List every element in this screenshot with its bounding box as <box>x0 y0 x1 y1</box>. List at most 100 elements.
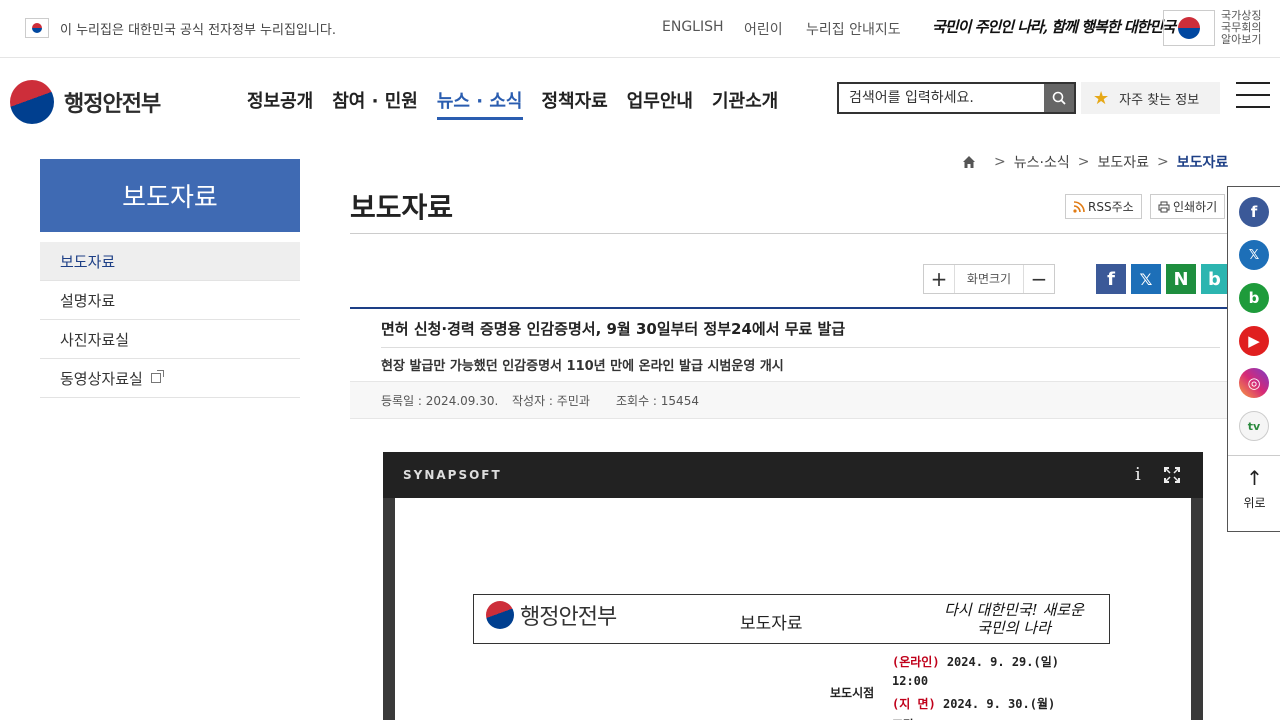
document-header-box: 행정안전부 보도자료 다시 대한민국! 새로운 국민의 나라 <box>473 594 1110 644</box>
kids-link[interactable]: 어린이 <box>744 19 783 39</box>
online-tag: (온라인) <box>892 655 940 669</box>
nav-info-disclosure[interactable]: 정보공개 <box>247 87 313 120</box>
facebook-icon[interactable]: f <box>1239 197 1269 227</box>
viewer-toolbar: SYNAPSOFT i <box>383 452 1203 498</box>
document-slogan: 다시 대한민국! 새로운 국민의 나라 <box>944 601 1084 637</box>
sidebar-item-explanation[interactable]: 설명자료 <box>40 281 300 320</box>
ministry-logo[interactable]: 행정안전부 <box>10 80 161 124</box>
search-icon <box>1052 91 1066 105</box>
article-views: 조회수 : 15454 <box>616 394 699 408</box>
ministry-emblem-icon <box>10 80 54 124</box>
star-icon: ★ <box>1093 87 1110 109</box>
online-hour: 12:00 <box>892 674 929 688</box>
article-date: 등록일 : 2024.09.30. <box>381 394 499 408</box>
document-viewer[interactable]: SYNAPSOFT i <box>383 452 1203 720</box>
search-button[interactable] <box>1044 84 1074 112</box>
menu-icon[interactable] <box>1236 82 1270 110</box>
page-title: 보도자료 <box>350 191 454 224</box>
sidebar-item-label: 설명자료 <box>60 291 116 310</box>
youtube-icon[interactable]: ▶ <box>1239 326 1269 356</box>
rss-label: RSS주소 <box>1088 200 1134 214</box>
nav-participation[interactable]: 참여 · 민원 <box>332 87 418 120</box>
sidebar-title: 보도자료 <box>40 159 300 232</box>
blog-icon[interactable]: b <box>1239 283 1269 313</box>
sidebar-item-label: 보도자료 <box>60 252 116 271</box>
document-type: 보도자료 <box>740 614 803 634</box>
info-icon[interactable]: i <box>1135 464 1141 485</box>
title-divider <box>350 233 1230 234</box>
online-release-line: (온라인) 2024. 9. 29.(일) <box>892 653 1059 670</box>
viewer-brand: SYNAPSOFT <box>403 468 502 482</box>
print-tag: (지 면) <box>892 697 936 711</box>
zoom-label: 화면크기 <box>954 265 1024 293</box>
nav-about[interactable]: 기관소개 <box>712 87 778 120</box>
article-subtitle: 현장 발급만 가능했던 인감증명서 110년 만에 온라인 발급 시범운영 개시 <box>381 359 784 374</box>
sidebar-item-videos[interactable]: 동영상자료실 <box>40 359 300 398</box>
print-time: 2024. 9. 30.(월) <box>943 697 1056 711</box>
breadcrumb-news[interactable]: 뉴스·소식 <box>1014 152 1070 172</box>
breadcrumb-separator: > <box>1077 154 1090 170</box>
government-slogan: 국민이 주인인 나라, 함께 행복한 대한민국 <box>932 18 1176 36</box>
frequent-info-label: 자주 찾는 정보 <box>1119 92 1200 108</box>
site-header: 행정안전부 정보공개 참여 · 민원 뉴스 · 소식 정책자료 업무안내 기관소… <box>0 58 1280 144</box>
article-top-border <box>350 307 1230 309</box>
national-symbol-link[interactable]: 국가상징 국무회의 알아보기 <box>1221 10 1265 46</box>
home-icon[interactable] <box>962 155 976 169</box>
breadcrumb-press[interactable]: 보도자료 <box>1097 152 1149 172</box>
zoom-out-button[interactable]: − <box>1024 265 1054 293</box>
x-icon[interactable]: 𝕏 <box>1131 264 1161 294</box>
band-icon[interactable]: b <box>1201 264 1228 294</box>
release-time-label: 보도시점 <box>830 686 875 700</box>
zoom-control: + 화면크기 − <box>923 264 1055 294</box>
english-link[interactable]: ENGLISH <box>662 19 724 35</box>
scroll-top-label: 위로 <box>1243 496 1266 510</box>
print-more: 조간 <box>892 716 914 720</box>
logo-text: 행정안전부 <box>64 92 161 117</box>
main-navigation: 정보공개 참여 · 민원 뉴스 · 소식 정책자료 업무안내 기관소개 <box>247 87 797 120</box>
print-release-line: (지 면) 2024. 9. 30.(월) <box>892 695 1055 712</box>
breadcrumb: > 뉴스·소식 > 보도자료 > 보도자료 <box>962 152 1228 172</box>
print-icon <box>1158 201 1170 212</box>
document-logo-text: 행정안전부 <box>520 605 617 630</box>
breadcrumb-current: 보도자료 <box>1176 155 1229 171</box>
nav-news[interactable]: 뉴스 · 소식 <box>436 87 523 120</box>
rss-icon <box>1073 200 1085 213</box>
external-link-icon <box>150 370 164 383</box>
sidebar-item-label: 사진자료실 <box>60 330 130 349</box>
sidebar-item-photos[interactable]: 사진자료실 <box>40 320 300 359</box>
fullscreen-icon[interactable] <box>1164 467 1180 483</box>
zoom-in-button[interactable]: + <box>924 265 954 293</box>
gov-notice[interactable]: 이 누리집은 대한민국 공식 전자정부 누리집입니다. <box>60 19 336 38</box>
sidebar-item-label: 동영상자료실 <box>60 369 143 388</box>
article-divider <box>381 347 1220 348</box>
frequent-info-button[interactable]: ★ 자주 찾는 정보 <box>1081 82 1220 114</box>
naver-blog-icon[interactable]: N <box>1166 264 1196 294</box>
sidebar-item-press-release[interactable]: 보도자료 <box>40 242 300 281</box>
search-box <box>837 82 1076 114</box>
print-label: 인쇄하기 <box>1173 200 1218 214</box>
nav-policy-data[interactable]: 정책자료 <box>542 87 608 120</box>
online-time: 2024. 9. 29.(일) <box>946 655 1059 669</box>
print-button[interactable]: 인쇄하기 <box>1150 194 1226 219</box>
nav-business-guide[interactable]: 업무안내 <box>627 87 693 120</box>
ministry-emblem-icon <box>486 601 514 629</box>
quick-rail: f 𝕏 b ▶ ◎ tv ↑ 위로 <box>1227 186 1280 532</box>
government-banner: 이 누리집은 대한민국 공식 전자정부 누리집입니다. ENGLISH 어린이 … <box>0 0 1280 58</box>
x-icon[interactable]: 𝕏 <box>1239 240 1269 270</box>
sitemap-link[interactable]: 누리집 안내지도 <box>806 19 901 39</box>
document-logo: 행정안전부 <box>486 599 617 631</box>
article-title: 면허 신청·경력 증명용 인감증명서, 9월 30일부터 정부24에서 무료 발… <box>381 320 846 338</box>
instagram-icon[interactable]: ◎ <box>1239 368 1269 398</box>
breadcrumb-separator: > <box>1156 154 1169 170</box>
facebook-icon[interactable]: f <box>1096 264 1126 294</box>
tv-icon[interactable]: tv <box>1239 411 1269 441</box>
rss-button[interactable]: RSS주소 <box>1065 194 1142 219</box>
article-author: 작성자 : 주민과 <box>512 394 590 408</box>
arrow-up-icon: ↑ <box>1246 466 1263 490</box>
search-input[interactable] <box>839 84 1044 112</box>
national-symbol-icon[interactable] <box>1163 10 1215 46</box>
scroll-top-button[interactable]: ↑ 위로 <box>1228 455 1280 511</box>
breadcrumb-separator: > <box>994 154 1006 170</box>
sidebar-menu: 보도자료 설명자료 사진자료실 동영상자료실 <box>40 242 300 398</box>
korea-flag-icon <box>25 18 49 38</box>
